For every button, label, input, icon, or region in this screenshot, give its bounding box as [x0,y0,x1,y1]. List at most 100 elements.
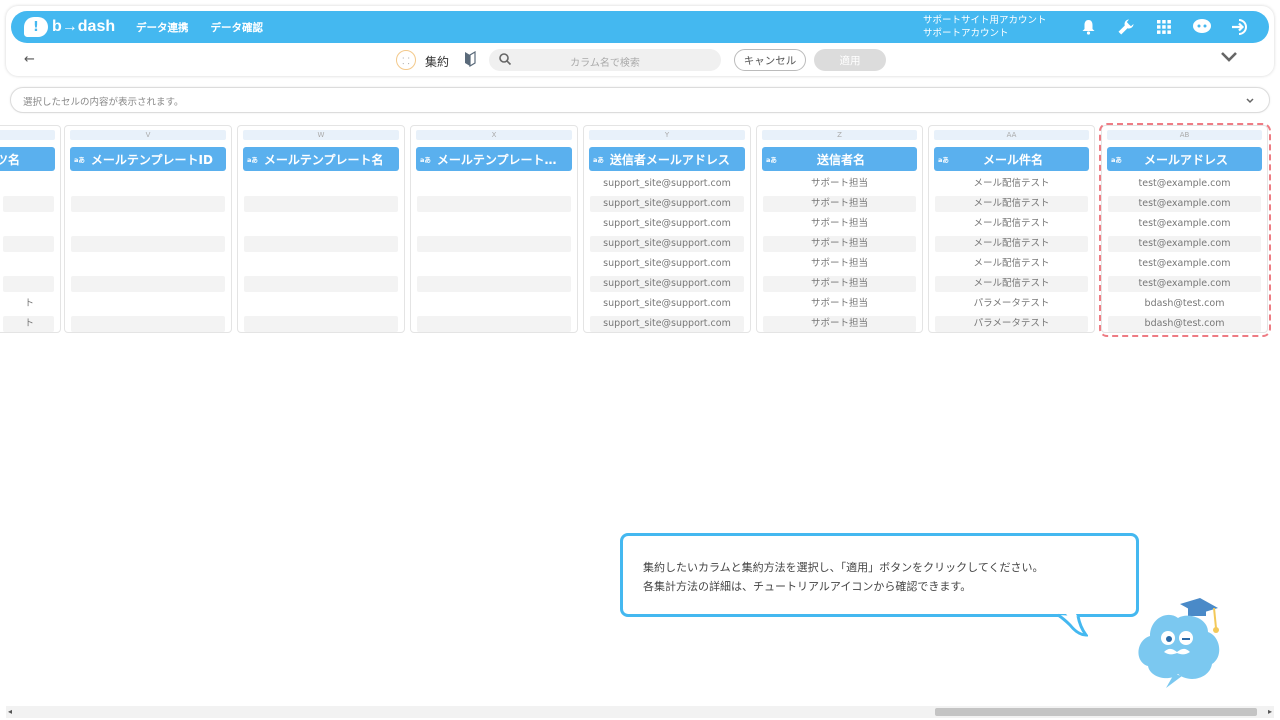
column-header[interactable]: aあ 送信者名 [762,147,917,171]
table-cell[interactable] [71,236,225,252]
table-cell[interactable] [417,196,571,212]
table-cell[interactable]: メール配信テスト [935,176,1088,192]
column-search-input[interactable]: カラム名で検索 [489,49,721,71]
table-cell[interactable]: support_site@support.com [590,316,744,332]
column-header[interactable]: ツ名 [0,147,55,171]
column-header[interactable]: aあ 送信者メールアドレス [589,147,745,171]
table-cell[interactable] [417,236,571,252]
table-cell[interactable]: サポート担当 [763,176,916,192]
table-cell[interactable] [244,216,398,232]
table-cell[interactable] [244,316,398,332]
wrench-icon[interactable] [1107,11,1145,43]
table-cell[interactable]: メール配信テスト [935,236,1088,252]
grid-column: AB aあ メールアドレス test@example.com test@example.… [1101,125,1268,333]
table-cell[interactable]: サポート担当 [763,216,916,232]
table-cell[interactable]: ト [3,296,54,312]
table-cell[interactable] [3,256,54,272]
table-cell[interactable]: bdash@test.com [1108,316,1261,332]
table-cell[interactable]: メール配信テスト [935,256,1088,272]
table-cell[interactable] [417,296,571,312]
scroll-left-icon[interactable]: ◂ [8,706,12,718]
table-cell[interactable]: サポート担当 [763,236,916,252]
cell-content-display[interactable]: 選択したセルの内容が表示されます。 [10,87,1270,113]
table-cell[interactable]: support_site@support.com [590,196,744,212]
table-cell[interactable]: サポート担当 [763,316,916,332]
table-cell[interactable]: メール配信テスト [935,216,1088,232]
table-cell[interactable] [417,176,571,192]
table-cell[interactable] [71,256,225,272]
table-cell[interactable] [244,176,398,192]
table-cell[interactable] [3,196,54,212]
column-header[interactable]: aあ メールテンプレートID [70,147,226,171]
logout-icon[interactable] [1221,11,1259,43]
table-cell[interactable] [417,256,571,272]
table-cell[interactable]: support_site@support.com [590,176,744,192]
table-cell[interactable]: test@example.com [1108,216,1261,232]
table-cell[interactable] [71,196,225,212]
table-cell[interactable] [71,216,225,232]
table-cell[interactable] [244,236,398,252]
table-cell[interactable] [244,296,398,312]
bdash-logo[interactable]: ! b→dash [24,17,124,37]
table-cell[interactable]: メール配信テスト [935,196,1088,212]
table-cell[interactable]: test@example.com [1108,236,1261,252]
nav-data-integration[interactable]: データ連携 [136,20,189,35]
column-header[interactable]: aあ メールテンプレート… [416,147,572,171]
back-button[interactable]: ← [24,52,35,67]
column-header[interactable]: aあ メールテンプレート名 [243,147,399,171]
column-header[interactable]: aあ メール件名 [934,147,1089,171]
table-cell[interactable]: test@example.com [1108,256,1261,272]
table-cell[interactable]: support_site@support.com [590,216,744,232]
chat-icon[interactable] [1183,11,1221,43]
scroll-right-icon[interactable]: ▸ [1268,706,1272,718]
table-cell[interactable]: サポート担当 [763,256,916,272]
table-cell[interactable] [417,276,571,292]
table-cell[interactable]: サポート担当 [763,296,916,312]
table-cell[interactable]: support_site@support.com [590,296,744,312]
text-type-icon: aあ [247,156,258,164]
column-header-label: ツ名 [0,152,21,167]
table-cell[interactable]: test@example.com [1108,196,1261,212]
table-cell[interactable] [3,216,54,232]
text-type-icon: aあ [766,156,777,164]
table-cell[interactable]: サポート担当 [763,196,916,212]
table-cell[interactable]: bdash@test.com [1108,296,1261,312]
table-cell[interactable]: サポート担当 [763,276,916,292]
table-cell[interactable] [244,256,398,272]
table-cell[interactable]: test@example.com [1108,176,1261,192]
table-cell[interactable]: support_site@support.com [590,256,744,272]
account-info[interactable]: サポートサイト用アカウント サポートアカウント [923,14,1047,40]
table-cell[interactable] [71,316,225,332]
column-header[interactable]: aあ メールアドレス [1107,147,1262,171]
table-cell[interactable] [71,276,225,292]
table-cell[interactable] [417,316,571,332]
table-cell[interactable]: support_site@support.com [590,276,744,292]
bell-icon[interactable] [1069,11,1107,43]
chevron-down-icon[interactable] [1220,51,1238,63]
table-cell[interactable] [417,216,571,232]
apply-button[interactable]: 適用 [814,49,886,71]
table-cell[interactable] [3,276,54,292]
table-cell[interactable] [3,176,54,192]
expand-chevron-icon[interactable] [1245,96,1255,106]
beginner-mark-icon[interactable] [464,51,476,67]
table-cell[interactable]: パラメータテスト [935,296,1088,312]
table-cell[interactable] [3,236,54,252]
grid-icon[interactable] [1145,11,1183,43]
horizontal-scrollbar[interactable]: ◂ ▸ [6,706,1274,718]
table-cell[interactable]: パラメータテスト [935,316,1088,332]
table-cell[interactable] [244,196,398,212]
scroll-thumb[interactable] [935,708,1257,716]
cancel-button[interactable]: キャンセル [734,49,806,71]
table-cell[interactable]: ト [3,316,54,332]
aggregate-icon[interactable]: ⸬ [396,50,416,70]
grid-column: Zaあ 送信者名 サポート担当 サポート担当 サポート担当 サポート担当 サポート担当 サポー… [756,125,923,333]
table-cell[interactable]: メール配信テスト [935,276,1088,292]
table-cell[interactable] [71,176,225,192]
table-cell[interactable] [244,276,398,292]
nav-data-check[interactable]: データ確認 [211,20,264,35]
table-cell[interactable] [71,296,225,312]
table-cell[interactable]: support_site@support.com [590,236,744,252]
mascot-icon[interactable] [1130,596,1226,690]
table-cell[interactable]: test@example.com [1108,276,1261,292]
